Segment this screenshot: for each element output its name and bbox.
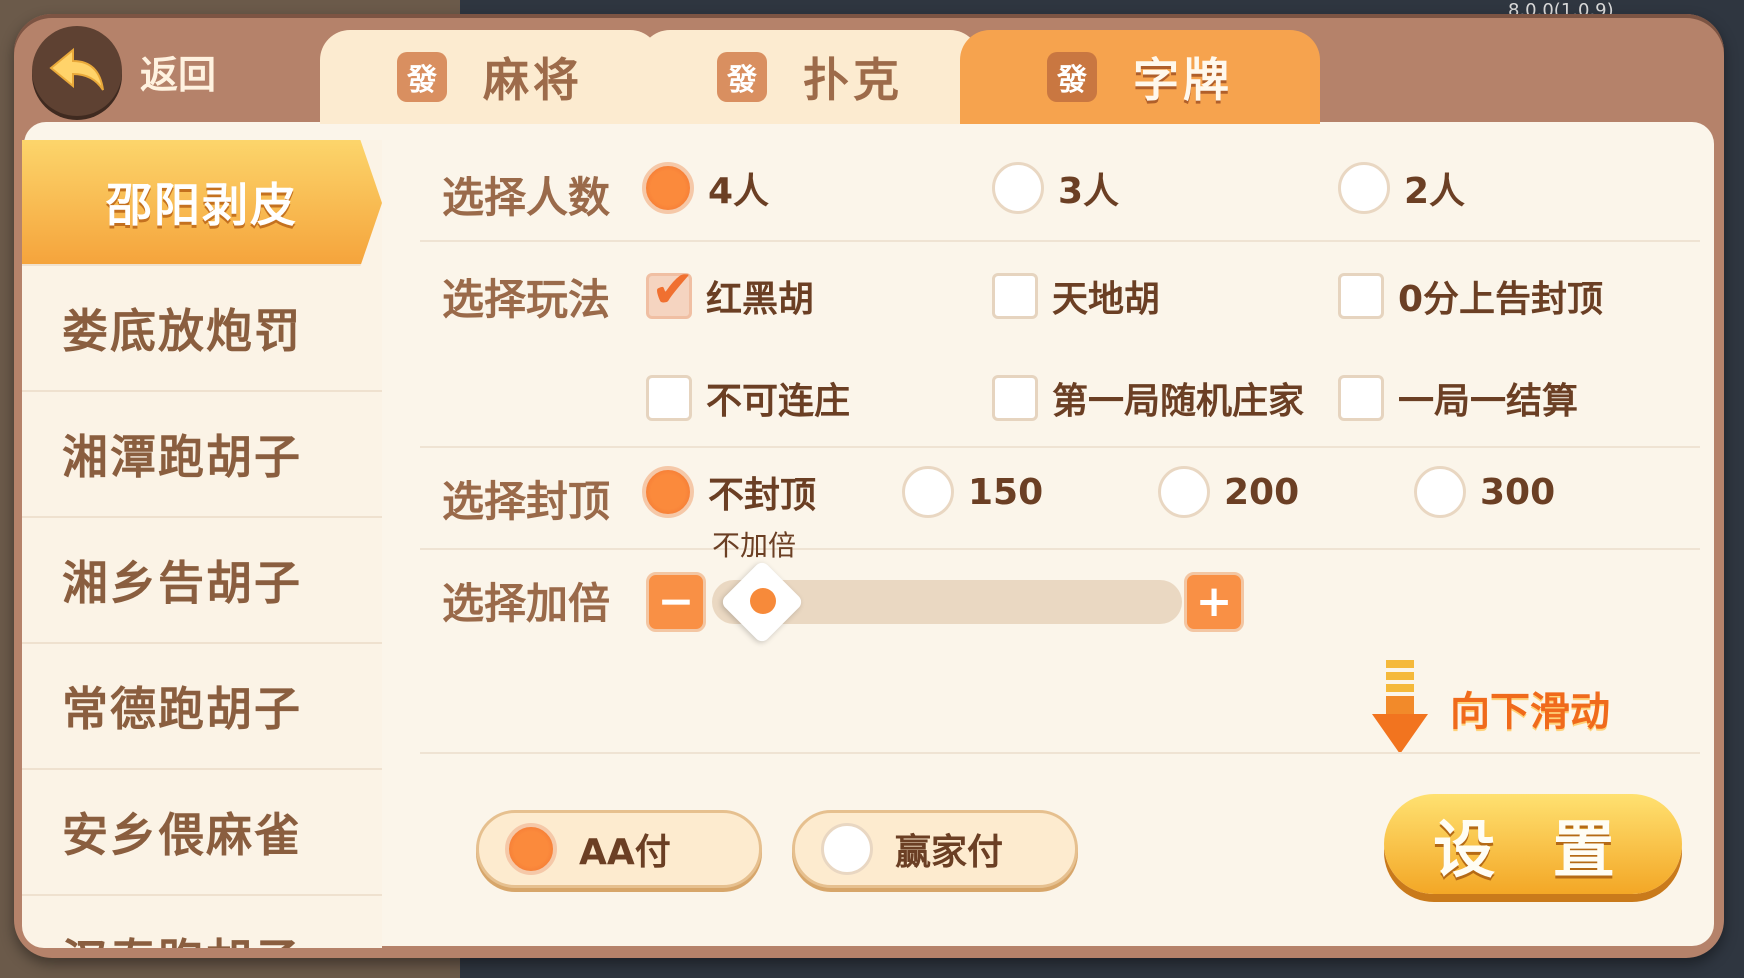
tab-zipai[interactable]: 發 字牌 bbox=[960, 30, 1320, 124]
radio[interactable] bbox=[902, 466, 954, 518]
back-label[interactable]: 返回 bbox=[140, 44, 216, 99]
play-option-random-dealer[interactable]: 第一局随机庄家 bbox=[992, 372, 1304, 424]
checkbox[interactable] bbox=[992, 273, 1038, 319]
tab-label: 字牌 bbox=[1133, 53, 1233, 107]
scroll-hint-label: 向下滑动 bbox=[1450, 689, 1610, 735]
cap-option-150[interactable]: 150 bbox=[902, 466, 1043, 518]
play-option-settle-each-round[interactable]: 一局一结算 bbox=[1338, 372, 1578, 424]
fa-tile-icon: 發 bbox=[1047, 52, 1097, 102]
game-list-sidebar[interactable]: 邵阳剥皮 娄底放炮罚 湘潭跑胡子 湘乡告胡子 常德跑胡子 安乡偎麻雀 汉寿跑胡子 bbox=[22, 140, 382, 948]
row-divider bbox=[420, 240, 1700, 242]
option-label: 4人 bbox=[708, 171, 770, 212]
back-arrow-icon bbox=[49, 47, 104, 91]
tab-label: 扑克 bbox=[803, 53, 903, 107]
game-type-tabs: 發 麻将 發 扑克 發 字牌 bbox=[320, 30, 1400, 130]
option-label: 200 bbox=[1224, 471, 1300, 513]
checkmark-icon: ✔ bbox=[651, 260, 695, 320]
tab-mahjong[interactable]: 發 麻将 bbox=[320, 30, 660, 124]
option-label: 300 bbox=[1480, 471, 1556, 513]
radio[interactable] bbox=[1158, 466, 1210, 518]
option-label: 不封顶 bbox=[708, 475, 817, 516]
radio[interactable] bbox=[1414, 466, 1466, 518]
sidebar-item-anxiang[interactable]: 安乡偎麻雀 bbox=[22, 770, 382, 896]
pay-winner-button[interactable]: 赢家付 bbox=[792, 810, 1078, 888]
radio[interactable] bbox=[1338, 162, 1390, 214]
double-value-label: 不加倍 bbox=[712, 529, 797, 562]
radio[interactable] bbox=[992, 162, 1044, 214]
tab-poker[interactable]: 發 扑克 bbox=[640, 30, 980, 124]
radio-selected[interactable] bbox=[642, 466, 694, 518]
cap-title: 选择封顶 bbox=[442, 477, 611, 526]
sidebar-item-shaoyang[interactable]: 邵阳剥皮 bbox=[22, 140, 382, 266]
scroll-hint: 向下滑动 bbox=[1370, 660, 1610, 756]
radio-selected[interactable] bbox=[642, 162, 694, 214]
players-option-2[interactable]: 2人 bbox=[1338, 162, 1465, 214]
play-option-tiandi[interactable]: 天地胡 bbox=[992, 270, 1160, 322]
sidebar-item-xiangtan[interactable]: 湘潭跑胡子 bbox=[22, 392, 382, 518]
option-label: 3人 bbox=[1058, 171, 1120, 212]
scroll-down-arrow-icon bbox=[1372, 660, 1428, 754]
checkbox-checked[interactable]: ✔ bbox=[646, 264, 695, 319]
double-title: 选择加倍 bbox=[442, 579, 611, 628]
play-option-honghei[interactable]: ✔ 红黑胡 bbox=[646, 264, 815, 322]
sidebar-item-xiangxiang[interactable]: 湘乡告胡子 bbox=[22, 518, 382, 644]
back-button[interactable] bbox=[32, 26, 122, 116]
checkbox[interactable] bbox=[1338, 375, 1384, 421]
option-label: 2人 bbox=[1404, 171, 1466, 212]
row-divider bbox=[420, 446, 1700, 448]
players-title: 选择人数 bbox=[442, 173, 611, 222]
slider-thumb-dot bbox=[750, 588, 776, 614]
play-title: 选择玩法 bbox=[442, 275, 611, 324]
pay-winner-label: 赢家付 bbox=[895, 832, 1004, 873]
checkbox[interactable] bbox=[646, 375, 692, 421]
pay-aa-label: AA付 bbox=[579, 832, 671, 873]
option-label: 不可连庄 bbox=[706, 381, 851, 422]
checkbox[interactable] bbox=[992, 375, 1038, 421]
radio-selected[interactable] bbox=[505, 823, 557, 875]
settings-confirm-button[interactable]: 设 置 bbox=[1384, 794, 1682, 894]
players-option-4[interactable]: 4人 bbox=[642, 162, 769, 214]
option-label: 红黑胡 bbox=[706, 279, 815, 320]
option-label: 一局一结算 bbox=[1398, 381, 1579, 422]
tab-label: 麻将 bbox=[483, 53, 583, 107]
fa-tile-icon: 發 bbox=[397, 52, 447, 102]
play-option-zero-cap[interactable]: 0分上告封顶 bbox=[1338, 270, 1603, 322]
sidebar-item-changde[interactable]: 常德跑胡子 bbox=[22, 644, 382, 770]
cap-option-none[interactable]: 不封顶 bbox=[642, 466, 816, 518]
option-label: 150 bbox=[968, 471, 1044, 513]
radio[interactable] bbox=[821, 823, 873, 875]
checkbox[interactable] bbox=[1338, 273, 1384, 319]
option-label: 第一局随机庄家 bbox=[1052, 381, 1305, 422]
option-label: 天地胡 bbox=[1052, 279, 1161, 320]
sidebar-item-loudi[interactable]: 娄底放炮罚 bbox=[22, 266, 382, 392]
option-label: 0分上告封顶 bbox=[1398, 279, 1604, 320]
cap-option-200[interactable]: 200 bbox=[1158, 466, 1299, 518]
row-divider bbox=[420, 752, 1700, 754]
double-plus-button[interactable]: + bbox=[1184, 572, 1244, 632]
players-option-3[interactable]: 3人 bbox=[992, 162, 1119, 214]
play-option-no-consecutive-dealer[interactable]: 不可连庄 bbox=[646, 372, 850, 424]
row-divider bbox=[420, 548, 1700, 550]
cap-option-300[interactable]: 300 bbox=[1414, 466, 1555, 518]
double-minus-button[interactable]: − bbox=[646, 572, 706, 632]
pay-aa-button[interactable]: AA付 bbox=[476, 810, 762, 888]
fa-tile-icon: 發 bbox=[717, 52, 767, 102]
sidebar-item-hanshou[interactable]: 汉寿跑胡子 bbox=[22, 896, 382, 948]
